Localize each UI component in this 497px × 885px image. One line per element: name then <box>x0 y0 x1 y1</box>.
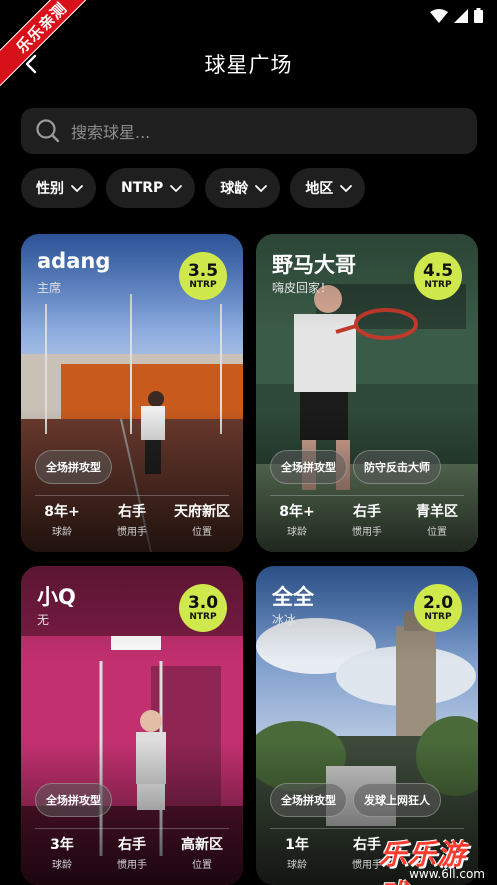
stat-value: 8年+ <box>44 504 80 520</box>
player-stats: 3年球龄 右手惯用手 高新区位置 <box>31 834 233 871</box>
rating-value: 3.0 <box>187 592 219 613</box>
style-tag: 全场拼攻型 <box>35 783 112 817</box>
rating-value: 4.5 <box>422 260 454 281</box>
chevron-down-icon <box>340 185 353 193</box>
stat-value: 右手 <box>118 504 146 520</box>
app-header: 球星广场 <box>0 44 497 84</box>
ntrp-rating-badge: 4.5 NTRP <box>414 252 462 300</box>
stat-label: 球龄 <box>52 860 72 871</box>
rating-label: NTRP <box>424 279 452 290</box>
status-icons <box>430 8 483 23</box>
ntrp-rating-badge: 2.0 NTRP <box>414 584 462 632</box>
filter-region[interactable]: 地区 <box>290 168 366 208</box>
player-name: adang <box>37 249 111 273</box>
style-tag: 全场拼攻型 <box>270 450 347 484</box>
filter-ntrp[interactable]: NTRP <box>106 168 196 208</box>
player-card[interactable]: 野马大哥 嗨皮回家！ 4.5 NTRP 全场拼攻型 防守反击大师 8年+ 球龄 右… <box>256 234 478 552</box>
chevron-down-icon <box>255 185 268 193</box>
stat-location: 青羊区 位置 <box>406 501 468 538</box>
player-name: 小Q <box>37 585 76 609</box>
divider <box>35 828 229 829</box>
stat-label: 球龄 <box>287 527 307 538</box>
ntrp-rating-badge: 3.0 NTRP <box>179 584 227 632</box>
divider <box>35 495 229 496</box>
style-tag: 发球上网狂人 <box>353 783 441 817</box>
stat-location: 高新区 位置 <box>171 834 233 871</box>
stat-label: 球龄 <box>52 527 72 538</box>
rating-value: 3.5 <box>187 260 219 281</box>
stat-label: 惯用手 <box>352 527 382 538</box>
stat-value: 高新区 <box>181 837 223 853</box>
battery-icon <box>474 8 483 23</box>
stat-hand: 右手 惯用手 <box>101 834 163 871</box>
player-card[interactable]: adang 主席 3.5 NTRP 全场拼攻型 8年+ 球龄 右手惯用手 天府新区… <box>21 234 243 552</box>
signal-icon <box>454 8 468 23</box>
stat-value: 8年+ <box>279 504 315 520</box>
player-card[interactable]: 小Q 无 3.0 NTRP 全场拼攻型 3年球龄 右手惯用手 高新区位置 <box>21 566 243 885</box>
filter-label: 球龄 <box>220 181 249 197</box>
search-placeholder: 搜索球星... <box>71 123 151 142</box>
stat-value: 1年 <box>285 837 309 853</box>
search-icon <box>36 119 60 143</box>
player-subtitle: 冰冰 <box>272 613 297 627</box>
stat-label: 惯用手 <box>352 860 382 871</box>
stat-experience: 8年+ 球龄 <box>266 501 328 538</box>
stat-label: 惯用手 <box>117 527 147 538</box>
stat-experience: 3年球龄 <box>31 834 93 871</box>
filter-bar: 性别 NTRP 球龄 地区 <box>21 168 366 208</box>
filter-label: 性别 <box>36 181 64 197</box>
style-tag: 全场拼攻型 <box>270 783 347 817</box>
brand-watermark-url: www.6ll.com <box>409 867 485 881</box>
tag-list: 全场拼攻型 发球上网狂人 <box>270 783 441 817</box>
stat-experience: 8年+ 球龄 <box>31 501 93 538</box>
stat-label: 惯用手 <box>117 860 147 871</box>
player-subtitle: 无 <box>37 613 50 627</box>
stat-hand: 右手 惯用手 <box>336 501 398 538</box>
style-tag: 防守反击大师 <box>353 450 441 484</box>
stat-value: 3年 <box>50 837 74 853</box>
player-subtitle: 嗨皮回家！ <box>272 281 333 295</box>
wifi-icon <box>430 8 448 23</box>
brand-watermark: 乐乐游戏 www.6ll.com <box>379 833 495 885</box>
divider <box>270 495 464 496</box>
filter-label: 地区 <box>305 181 334 197</box>
filter-label: NTRP <box>121 180 164 196</box>
page-title: 球星广场 <box>204 53 293 77</box>
stat-experience: 1年球龄 <box>266 834 328 871</box>
stat-value: 青羊区 <box>416 504 458 520</box>
player-subtitle: 主席 <box>37 281 62 295</box>
divider <box>270 828 464 829</box>
stat-value: 天府新区 <box>174 504 230 520</box>
tag-list: 全场拼攻型 <box>35 783 112 817</box>
player-name: 全全 <box>272 585 314 609</box>
stat-location: 天府新区 位置 <box>171 501 233 538</box>
rating-label: NTRP <box>189 279 217 290</box>
rating-label: NTRP <box>424 611 452 622</box>
stat-label: 位置 <box>192 527 212 538</box>
tag-list: 全场拼攻型 防守反击大师 <box>270 450 441 484</box>
filter-experience[interactable]: 球龄 <box>205 168 281 208</box>
stat-value: 右手 <box>118 837 146 853</box>
stat-label: 球龄 <box>287 860 307 871</box>
stat-value: 右手 <box>353 504 381 520</box>
player-stats: 8年+ 球龄 右手惯用手 天府新区位置 <box>31 501 233 538</box>
rating-label: NTRP <box>189 611 217 622</box>
player-stats: 8年+ 球龄 右手惯用手 青羊区位置 <box>266 501 468 538</box>
stat-hand: 右手 惯用手 <box>101 501 163 538</box>
chevron-down-icon <box>170 185 183 193</box>
style-tag: 全场拼攻型 <box>35 450 112 484</box>
rating-value: 2.0 <box>422 592 454 613</box>
search-input[interactable]: 搜索球星... <box>21 108 477 154</box>
stat-label: 位置 <box>192 860 212 871</box>
filter-gender[interactable]: 性别 <box>21 168 96 208</box>
tag-list: 全场拼攻型 <box>35 450 112 484</box>
ntrp-rating-badge: 3.5 NTRP <box>179 252 227 300</box>
stat-value: 右手 <box>353 837 381 853</box>
stat-label: 位置 <box>427 527 447 538</box>
chevron-down-icon <box>71 185 83 193</box>
player-name: 野马大哥 <box>272 253 356 277</box>
